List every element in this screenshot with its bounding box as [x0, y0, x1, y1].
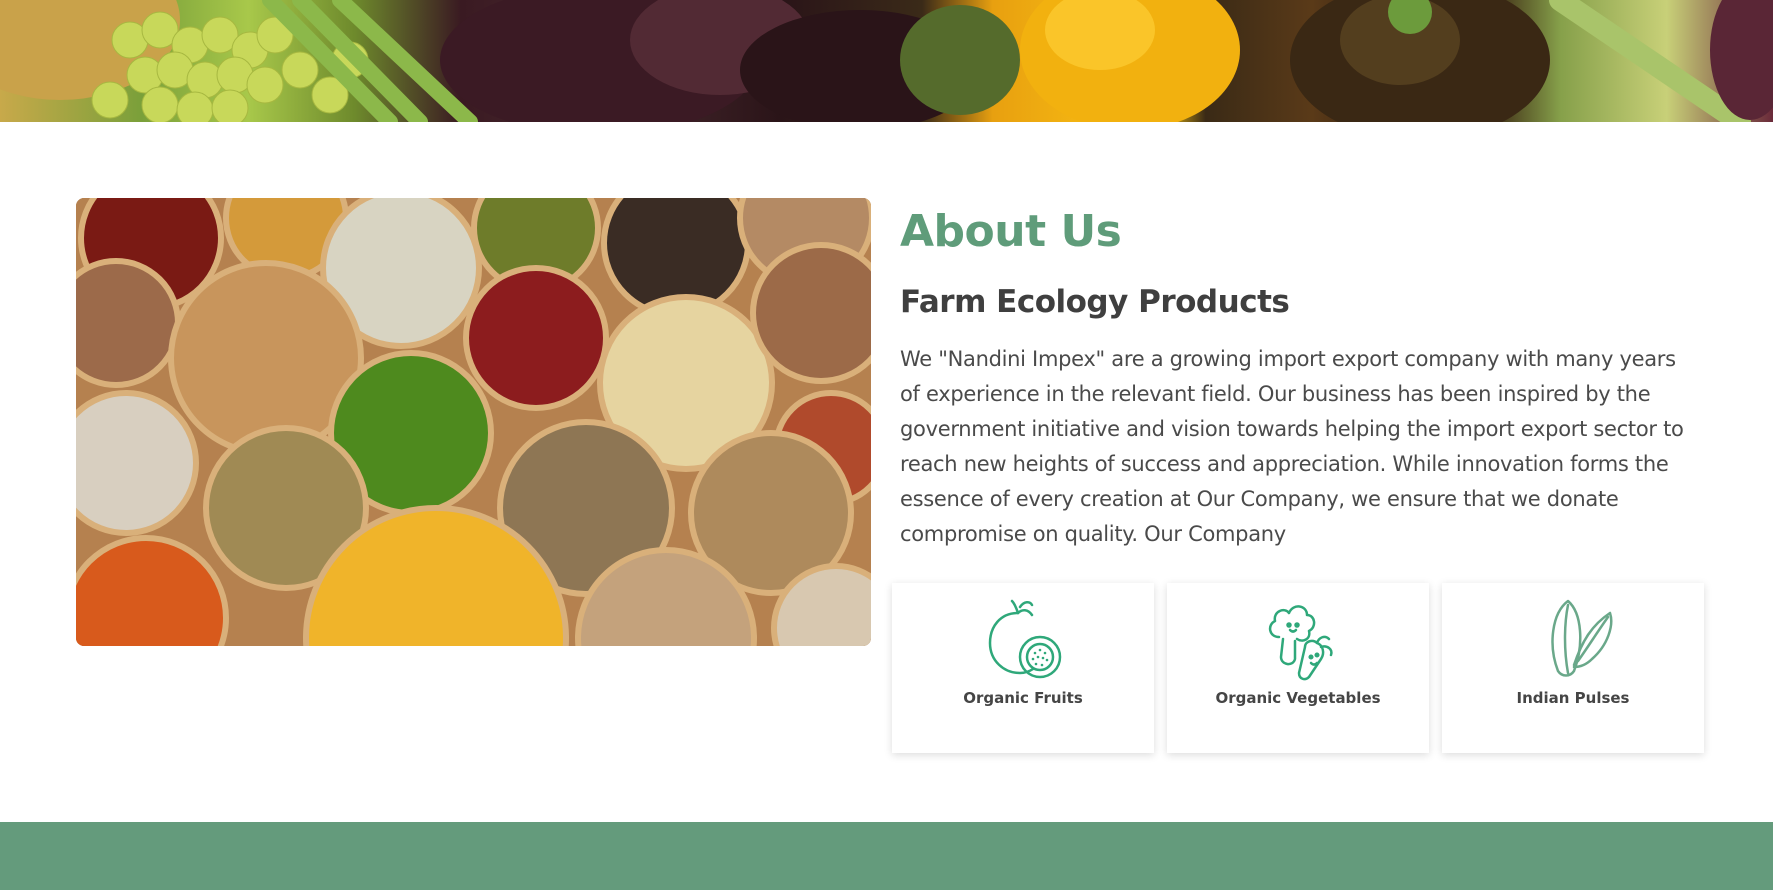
pulses-illustration: [76, 198, 871, 646]
feature-cards: Organic Fruits Organic Vegetables Indian…: [892, 583, 1704, 753]
about-description: We "Nandini Impex" are a growing import …: [900, 347, 1684, 546]
about-title: About Us: [900, 206, 1122, 257]
about-subtitle: Farm Ecology Products: [900, 284, 1290, 320]
fruits-icon: [988, 599, 1062, 679]
pulses-icon: [1551, 599, 1613, 677]
feature-card-organic-vegetables[interactable]: Organic Vegetables: [1167, 583, 1429, 753]
hero-vegetables-illustration: [0, 0, 1773, 122]
feature-label: Organic Fruits: [963, 689, 1083, 707]
hero-banner-image: [0, 0, 1773, 122]
about-section: About Us Farm Ecology Products We "Nandi…: [900, 200, 1700, 552]
feature-label: Indian Pulses: [1516, 689, 1630, 707]
footer-band: [0, 822, 1773, 890]
feature-label: Organic Vegetables: [1215, 689, 1381, 707]
feature-card-indian-pulses[interactable]: Indian Pulses: [1442, 583, 1704, 753]
vegetables-icon: [1268, 605, 1333, 681]
feature-card-organic-fruits[interactable]: Organic Fruits: [892, 583, 1154, 753]
pulses-baskets-image: [76, 198, 871, 646]
